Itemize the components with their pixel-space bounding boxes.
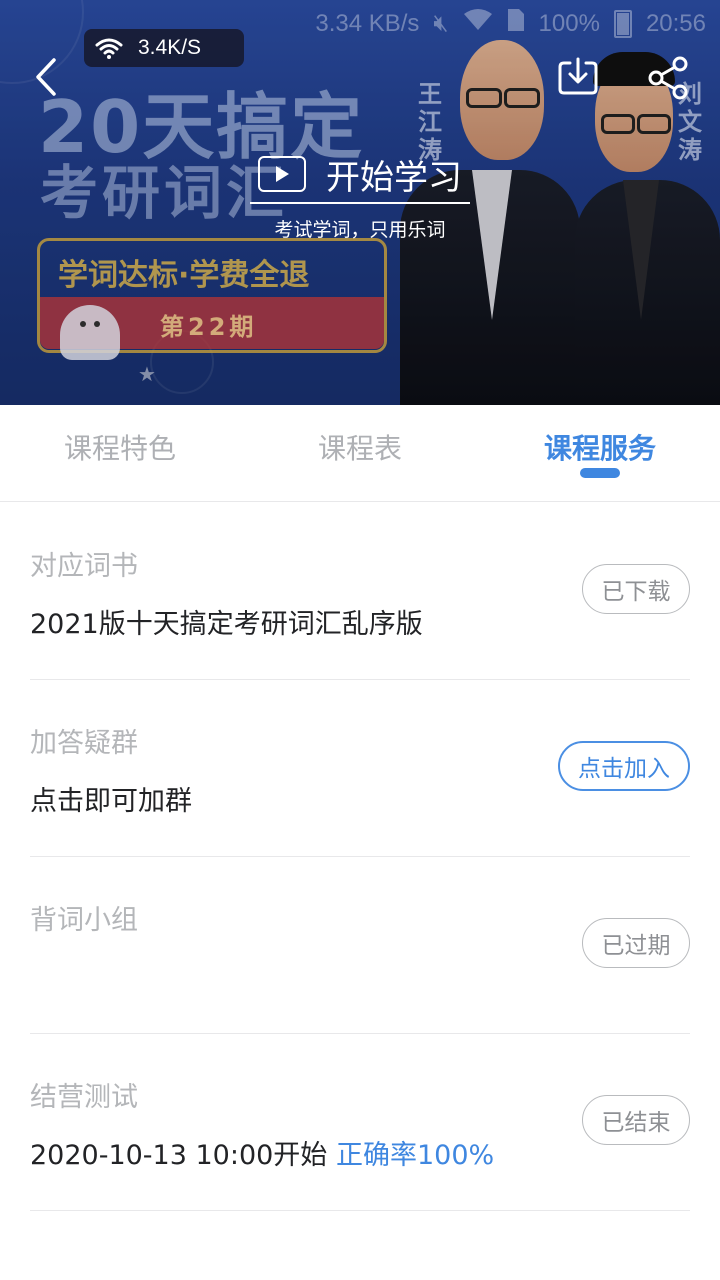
play-icon (258, 156, 306, 192)
join-group-hint: 点击即可加群 (30, 786, 192, 817)
join-group-button[interactable]: 点击加入 (558, 741, 690, 791)
expired-status-button: 已过期 (582, 918, 690, 968)
network-speed-value: 3.4K/S (138, 36, 202, 59)
downloaded-status-button: 已下载 (582, 564, 690, 614)
section-label: 结营测试 (30, 1082, 138, 1113)
test-accuracy: 正确率100% (336, 1140, 495, 1171)
mute-icon: 🔇︎ (433, 9, 449, 37)
word-book-title: 2021版十天搞定考研词汇乱序版 (30, 609, 423, 640)
test-start-time: 2020-10-13 10:00开始 (30, 1140, 328, 1171)
sim-icon (507, 8, 525, 39)
network-speed-overlay: 3.4K/S (84, 29, 244, 67)
ended-status-button: 已结束 (582, 1095, 690, 1145)
section-final-test: 结营测试 2020-10-13 10:00开始 正确率100% 已结束 (30, 1033, 690, 1211)
back-button[interactable] (24, 55, 68, 99)
wifi-icon (95, 38, 123, 59)
tab-course-schedule[interactable]: 课程表 (280, 427, 440, 477)
start-learning-label: 开始学习 (326, 157, 462, 198)
section-label: 加答疑群 (30, 728, 138, 759)
section-qa-group: 加答疑群 点击即可加群 点击加入 (30, 679, 690, 857)
section-label: 对应词书 (30, 551, 138, 582)
status-battery-text: 100% (538, 9, 600, 37)
download-button[interactable] (556, 55, 600, 99)
share-icon (648, 56, 688, 100)
start-learning-button[interactable]: 开始学习 (250, 146, 470, 204)
status-wifi-icon (463, 8, 493, 39)
tab-course-features[interactable]: 课程特色 (40, 427, 200, 477)
section-word-book: 对应词书 2021版十天搞定考研词汇乱序版 已下载 (30, 502, 690, 680)
share-button[interactable] (646, 55, 692, 101)
status-net-speed: 3.34 KB/s (315, 9, 420, 37)
section-study-group: 背词小组 已过期 (30, 856, 690, 1034)
active-tab-indicator (580, 468, 620, 478)
section-label: 背词小组 (30, 905, 138, 936)
status-time: 20:56 (645, 9, 706, 37)
download-icon (558, 57, 598, 95)
course-tabs: 课程特色 课程表 课程服务 (0, 405, 720, 502)
back-arrow-icon (36, 58, 56, 96)
banner-subtitle: 考试学词，只用乐词 (274, 219, 446, 241)
battery-icon (613, 9, 632, 38)
status-bar: 3.34 KB/s 🔇︎ 100% 20:56 (315, 8, 706, 39)
